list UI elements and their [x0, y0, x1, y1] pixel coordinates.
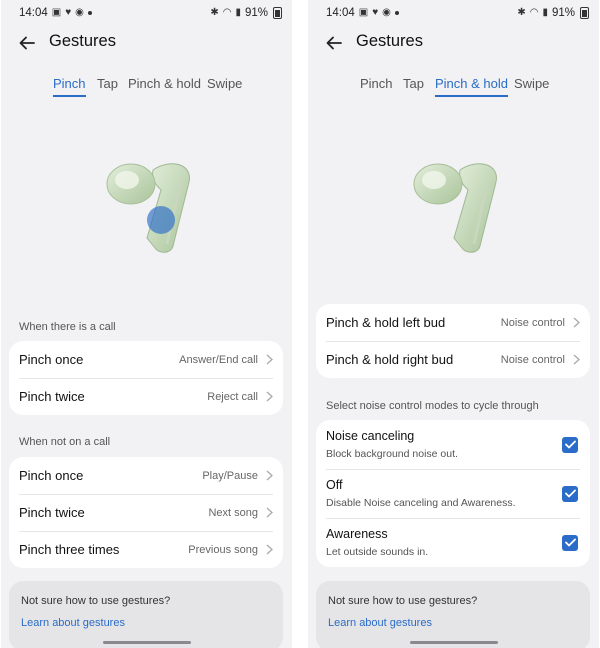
game-notification-icon: ◉ [382, 7, 391, 18]
app-notification-icon: ♥ [65, 7, 72, 18]
battery-icon [273, 7, 282, 19]
tab-bar: Pinch Tap Pinch & hold Swipe [308, 76, 599, 98]
row-value: Noise control [500, 353, 565, 366]
mode-subtitle: Let outside sounds in. [326, 546, 429, 558]
row-media-pinch-twice[interactable]: Pinch twice Next song [9, 494, 283, 531]
app-bar: Gestures [308, 30, 599, 56]
mode-awareness[interactable]: Awareness Let outside sounds in. [316, 518, 590, 567]
noise-modes-card: Noise canceling Block background noise o… [316, 420, 590, 567]
gallery-notification-icon: ▣ [358, 7, 369, 18]
tab-pinch[interactable]: Pinch [53, 76, 86, 97]
row-label: Pinch twice [19, 389, 85, 404]
signal-icon: ▮ [542, 7, 548, 18]
tab-tap[interactable]: Tap [97, 76, 118, 91]
learn-about-gestures-link[interactable]: Learn about gestures [21, 617, 271, 629]
checkbox-checked-icon[interactable] [562, 534, 578, 551]
help-card: Not sure how to use gestures? Learn abou… [9, 581, 283, 648]
chevron-right-icon [573, 317, 580, 328]
help-card: Not sure how to use gestures? Learn abou… [316, 581, 590, 648]
more-notifications-dot [394, 11, 399, 15]
bluetooth-icon: ✱ [517, 7, 526, 18]
app-bar: Gestures [1, 30, 292, 56]
row-label: Pinch three times [19, 542, 120, 557]
gestures-screen-pinch-hold: 14:04 ▣ ♥ ◉ ✱ ◠ ▮ 91% Gestures Pinch Tap… [308, 0, 599, 648]
page-title: Gestures [49, 32, 116, 50]
section-label-noise-modes: Select noise control modes to cycle thro… [326, 400, 539, 412]
chevron-right-icon [266, 391, 273, 402]
page-title: Gestures [356, 32, 423, 50]
signal-icon: ▮ [235, 7, 241, 18]
home-indicator[interactable] [409, 641, 498, 644]
more-notifications-dot [87, 11, 92, 15]
pinch-area-indicator [147, 206, 175, 234]
in-call-card: Pinch once Answer/End call Pinch twice R… [9, 341, 283, 415]
mode-subtitle: Block background noise out. [326, 448, 458, 460]
help-text: Not sure how to use gestures? [328, 595, 478, 607]
row-call-pinch-once[interactable]: Pinch once Answer/End call [9, 341, 283, 378]
back-arrow-icon[interactable] [324, 33, 344, 53]
status-time: 14:04 [326, 7, 355, 19]
battery-icon [580, 7, 589, 19]
checkbox-checked-icon[interactable] [562, 436, 578, 453]
tab-swipe[interactable]: Swipe [207, 76, 242, 91]
mode-subtitle: Disable Noise canceling and Awareness. [326, 497, 516, 509]
back-arrow-icon[interactable] [17, 33, 37, 53]
chevron-right-icon [266, 544, 273, 555]
row-right-bud[interactable]: Pinch & hold right bud Noise control [316, 341, 590, 378]
tab-bar: Pinch Tap Pinch & hold Swipe [1, 76, 292, 98]
not-in-call-card: Pinch once Play/Pause Pinch twice Next s… [9, 457, 283, 568]
bluetooth-icon: ✱ [210, 7, 219, 18]
chevron-right-icon [266, 470, 273, 481]
tab-pinch[interactable]: Pinch [360, 76, 393, 91]
battery-percent: 91% [244, 7, 268, 19]
tab-tap[interactable]: Tap [403, 76, 424, 91]
checkbox-checked-icon[interactable] [562, 485, 578, 502]
learn-about-gestures-link[interactable]: Learn about gestures [328, 617, 578, 629]
chevron-right-icon [573, 354, 580, 365]
gallery-notification-icon: ▣ [51, 7, 62, 18]
row-label: Pinch twice [19, 505, 85, 520]
mode-off[interactable]: Off Disable Noise canceling and Awarenes… [316, 469, 590, 518]
mode-noise-canceling[interactable]: Noise canceling Block background noise o… [316, 420, 590, 469]
status-time: 14:04 [19, 7, 48, 19]
row-media-pinch-three-times[interactable]: Pinch three times Previous song [9, 531, 283, 568]
row-value: Previous song [188, 543, 258, 556]
row-call-pinch-twice[interactable]: Pinch twice Reject call [9, 378, 283, 415]
row-value: Reject call [207, 390, 258, 403]
chevron-right-icon [266, 507, 273, 518]
app-notification-icon: ♥ [372, 7, 379, 18]
help-text: Not sure how to use gestures? [21, 595, 171, 607]
earbud-image [413, 163, 497, 253]
wifi-icon: ◠ [222, 7, 232, 18]
game-notification-icon: ◉ [75, 7, 84, 18]
tab-swipe[interactable]: Swipe [514, 76, 549, 91]
row-value: Noise control [500, 316, 565, 329]
earbud-image [106, 163, 190, 253]
row-label: Pinch once [19, 352, 84, 367]
chevron-right-icon [266, 354, 273, 365]
mode-title: Off [326, 478, 343, 492]
row-value: Next song [208, 506, 258, 519]
wifi-icon: ◠ [529, 7, 539, 18]
bud-settings-card: Pinch & hold left bud Noise control Pinc… [316, 304, 590, 378]
status-bar: 14:04 ▣ ♥ ◉ ✱ ◠ ▮ 91% [308, 0, 599, 26]
status-bar: 14:04 ▣ ♥ ◉ ✱ ◠ ▮ 91% [1, 0, 292, 26]
row-value: Answer/End call [179, 353, 258, 366]
tab-pinch-hold[interactable]: Pinch & hold [128, 76, 201, 91]
battery-percent: 91% [551, 7, 575, 19]
mode-title: Noise canceling [326, 429, 415, 443]
row-label: Pinch & hold left bud [326, 315, 446, 330]
row-media-pinch-once[interactable]: Pinch once Play/Pause [9, 457, 283, 494]
row-label: Pinch once [19, 468, 84, 483]
section-label-not-in-call: When not on a call [19, 436, 111, 448]
tab-pinch-hold[interactable]: Pinch & hold [435, 76, 508, 97]
row-value: Play/Pause [202, 469, 258, 482]
section-label-in-call: When there is a call [19, 321, 116, 333]
row-label: Pinch & hold right bud [326, 352, 454, 367]
mode-title: Awareness [326, 527, 388, 541]
row-left-bud[interactable]: Pinch & hold left bud Noise control [316, 304, 590, 341]
gestures-screen-pinch: 14:04 ▣ ♥ ◉ ✱ ◠ ▮ 91% Gestures Pinch Tap… [1, 0, 292, 648]
home-indicator[interactable] [102, 641, 191, 644]
